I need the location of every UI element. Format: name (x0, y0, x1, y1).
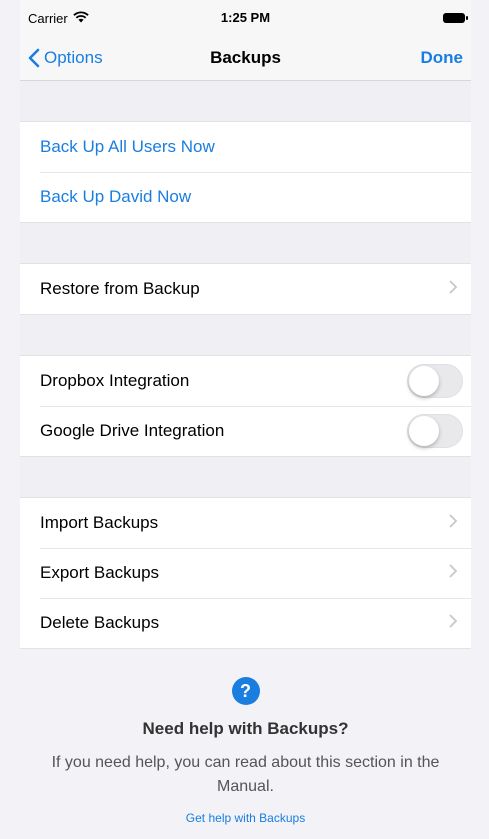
restore-group: Restore from Backup (20, 263, 471, 315)
help-title: Need help with Backups? (142, 719, 349, 738)
dropbox-toggle[interactable] (407, 364, 463, 398)
row-label: Dropbox Integration (40, 371, 190, 390)
section-spacer (20, 81, 471, 121)
back-up-all-users-button[interactable]: Back Up All Users Now (20, 122, 471, 172)
question-mark-icon: ? (231, 677, 260, 705)
chevron-left-icon (28, 48, 40, 68)
row-label: Back Up David Now (40, 187, 192, 206)
status-left: Carrier (28, 11, 89, 26)
backup-now-group: Back Up All Users Now Back Up David Now (20, 121, 471, 223)
export-backups-row[interactable]: Export Backups (20, 548, 471, 598)
status-bar: Carrier 1:25 PM (20, 0, 471, 36)
carrier-label: Carrier (28, 10, 68, 26)
navigation-bar: Options Backups Done (20, 36, 471, 81)
done-button[interactable]: Done (421, 48, 464, 68)
section-spacer (20, 457, 471, 497)
help-section: ? Need help with Backups? If you need he… (20, 649, 471, 825)
section-spacer (20, 315, 471, 355)
wifi-icon (73, 10, 89, 26)
restore-from-backup-row[interactable]: Restore from Backup (20, 264, 471, 314)
chevron-right-icon (449, 563, 458, 583)
status-time: 1:25 PM (220, 10, 271, 25)
battery-icon (443, 13, 468, 23)
row-label: Google Drive Integration (40, 421, 225, 440)
toggle-knob (409, 366, 439, 396)
chevron-right-icon (449, 613, 458, 633)
page-title: Backups (210, 48, 281, 67)
import-backups-row[interactable]: Import Backups (20, 498, 471, 548)
app-screen: Carrier 1:25 PM Options Backups Done Bac… (20, 0, 471, 839)
row-label: Restore from Backup (40, 279, 200, 298)
chevron-right-icon (449, 279, 458, 299)
row-label: Export Backups (40, 563, 160, 582)
google-drive-integration-row: Google Drive Integration (20, 406, 471, 456)
toggle-knob (409, 416, 439, 446)
row-label: Delete Backups (40, 613, 160, 632)
row-label: Back Up All Users Now (40, 137, 215, 156)
integrations-group: Dropbox Integration Google Drive Integra… (20, 355, 471, 457)
manage-backups-group: Import Backups Export Backups Delete Bac… (20, 497, 471, 649)
delete-backups-row[interactable]: Delete Backups (20, 598, 471, 648)
section-spacer (20, 223, 471, 263)
chevron-right-icon (449, 513, 458, 533)
dropbox-integration-row: Dropbox Integration (20, 356, 471, 406)
help-link[interactable]: Get help with Backups (20, 811, 471, 825)
back-up-david-button[interactable]: Back Up David Now (20, 172, 471, 222)
google-drive-toggle[interactable] (407, 414, 463, 448)
help-text: If you need help, you can read about thi… (51, 754, 440, 795)
back-button[interactable]: Options (28, 48, 103, 68)
row-label: Import Backups (40, 513, 159, 532)
back-button-label: Options (44, 48, 103, 67)
